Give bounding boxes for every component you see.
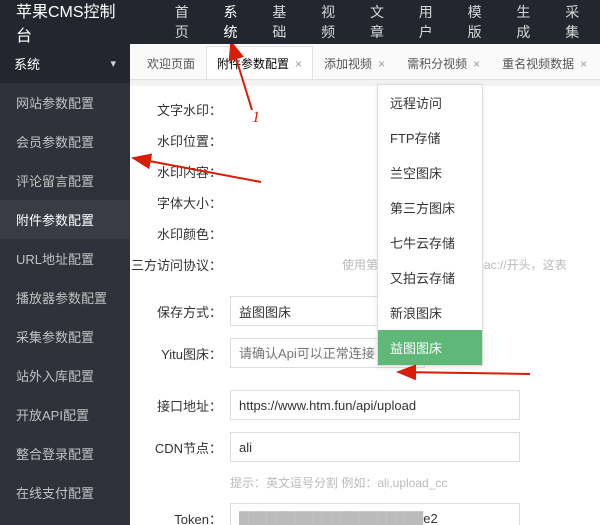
close-icon[interactable]: × [580, 57, 587, 71]
tab-bar: 欢迎页面 附件参数配置 × 添加视频 × 需积分视频 × 重名视频数据 × [130, 44, 600, 80]
topnav-item[interactable]: 首页 [161, 0, 210, 44]
label-text-watermark: 文字水印： [130, 100, 230, 119]
token-mask: ████████████████████ [239, 511, 423, 525]
hint-cdn: 提示：英文逗号分割 例如：ali,upload_cc [230, 474, 447, 491]
tab-label: 欢迎页面 [147, 55, 195, 72]
close-icon[interactable]: × [295, 57, 302, 71]
tab-label: 附件参数配置 [217, 55, 289, 72]
tab-label: 需积分视频 [407, 55, 467, 72]
dropdown-option[interactable]: 七牛云存储 [378, 225, 482, 260]
annotation-number-1: 1 [252, 109, 260, 127]
sidebar-item[interactable]: 采集参数配置 [0, 317, 130, 356]
sidebar-header[interactable]: 系统 ▾ [0, 44, 130, 83]
topnav-item[interactable]: 基础 [258, 0, 307, 44]
label-third-party: 三方访问协议： [130, 255, 230, 274]
sidebar-header-label: 系统 [14, 54, 40, 73]
dropdown-option[interactable]: 远程访问 [378, 85, 482, 120]
sidebar-item[interactable]: 整合登录配置 [0, 434, 130, 473]
tab[interactable]: 附件参数配置 × [206, 46, 313, 79]
label-wm-content: 水印内容： [130, 162, 230, 181]
topnav-item[interactable]: 视频 [307, 0, 356, 44]
api-addr-input[interactable] [230, 390, 520, 420]
main-area: 欢迎页面 附件参数配置 × 添加视频 × 需积分视频 × 重名视频数据 × 远程访问FTP存储兰… [130, 44, 600, 525]
chevron-down-icon: ▾ [110, 57, 116, 70]
sidebar-item[interactable]: 开放API配置 [0, 395, 130, 434]
top-nav: 首页系统基础视频文章用户模版生成采集 [161, 0, 600, 44]
sidebar: 系统 ▾ 网站参数配置会员参数配置评论留言配置附件参数配置URL地址配置播放器参… [0, 44, 130, 525]
label-font-size: 字体大小： [130, 193, 230, 212]
topnav-item[interactable]: 模版 [454, 0, 503, 44]
tab-label: 重名视频数据 [502, 55, 574, 72]
tab[interactable]: 需积分视频 × [396, 46, 491, 79]
topnav-item[interactable]: 采集 [551, 0, 600, 44]
topnav-item[interactable]: 用户 [405, 0, 454, 44]
sidebar-item[interactable]: 会员参数配置 [0, 122, 130, 161]
dropdown-option[interactable]: 新浪图床 [378, 295, 482, 330]
label-token: Token： [130, 509, 230, 525]
dropdown-option[interactable]: 益图图床 [378, 330, 482, 365]
dropdown-option[interactable]: 第三方图床 [378, 190, 482, 225]
tab-label: 添加视频 [324, 55, 372, 72]
topnav-item[interactable]: 生成 [502, 0, 551, 44]
cdn-input[interactable] [230, 432, 520, 462]
tab[interactable]: 添加视频 × [313, 46, 396, 79]
sidebar-item[interactable]: 在线支付配置 [0, 473, 130, 512]
save-mode-dropdown[interactable]: 远程访问FTP存储兰空图床第三方图床七牛云存储又拍云存储新浪图床益图图床 [377, 84, 483, 366]
dropdown-option[interactable]: FTP存储 [378, 120, 482, 155]
tab[interactable]: 重名视频数据 × [491, 46, 598, 79]
sidebar-item[interactable]: 站外入库配置 [0, 356, 130, 395]
token-input[interactable]: ████████████████████ e2 [230, 503, 520, 525]
sidebar-item[interactable]: 播放器参数配置 [0, 278, 130, 317]
topnav-item[interactable]: 系统 [210, 0, 259, 44]
sidebar-item[interactable]: URL地址配置 [0, 239, 130, 278]
label-wm-color: 水印颜色： [130, 224, 230, 243]
label-save-mode: 保存方式： [130, 302, 230, 321]
sidebar-item[interactable]: 微信对接配置 [0, 512, 130, 525]
brand-title: 苹果CMS控制台 [0, 0, 133, 46]
label-api-addr: 接口地址： [130, 396, 230, 415]
label-wm-position: 水印位置： [130, 131, 230, 150]
label-cdn: CDN节点： [130, 438, 230, 457]
token-suffix: e2 [423, 511, 437, 525]
sidebar-item[interactable]: 附件参数配置 [0, 200, 130, 239]
sidebar-item[interactable]: 网站参数配置 [0, 83, 130, 122]
dropdown-option[interactable]: 又拍云存储 [378, 260, 482, 295]
sidebar-item[interactable]: 评论留言配置 [0, 161, 130, 200]
form-pane: 文字水印： 水印位置： 水印内容： 字体大小： 水印颜色： 三方访问协议： 使用… [130, 86, 600, 525]
close-icon[interactable]: × [473, 57, 480, 71]
label-yitu: Yitu图床： [130, 344, 230, 363]
tab[interactable]: 欢迎页面 [136, 46, 206, 79]
topnav-item[interactable]: 文章 [356, 0, 405, 44]
top-bar: 苹果CMS控制台 首页系统基础视频文章用户模版生成采集 [0, 0, 600, 44]
close-icon[interactable]: × [378, 57, 385, 71]
dropdown-option[interactable]: 兰空图床 [378, 155, 482, 190]
